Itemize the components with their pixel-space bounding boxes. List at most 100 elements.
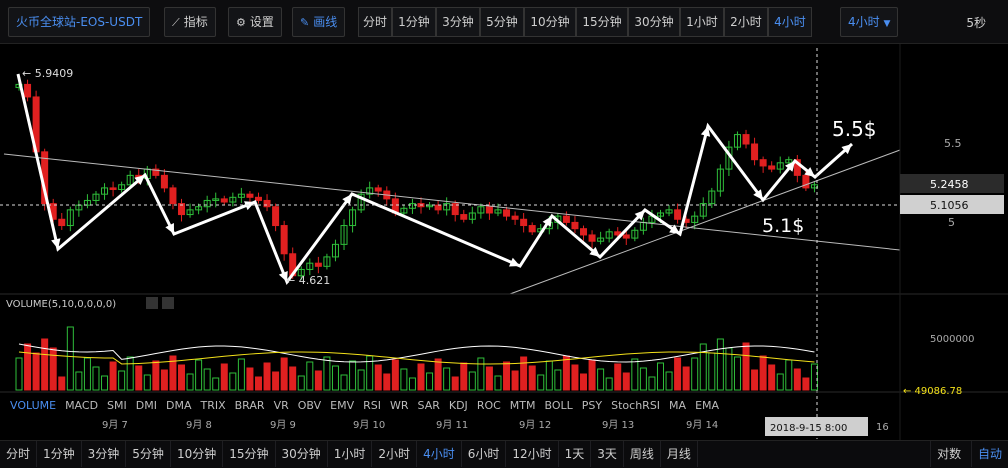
bottom-interval-1[interactable]: 1分钟 [37,441,82,467]
indicator-tab-macd[interactable]: MACD [65,399,98,412]
indicator-tab-vr[interactable]: VR [274,399,289,412]
volume-bar [357,369,365,391]
candle-body [169,187,177,205]
auto-scale-toggle[interactable]: 自动 [970,441,1008,467]
volume-bar [143,374,151,391]
volume-bar [674,357,682,391]
indicator-tab-dma[interactable]: DMA [166,399,192,412]
draw-button[interactable]: ✎ 画线 [292,7,346,37]
volume-bar [742,342,750,391]
date-tick: 9月 9 [270,419,296,431]
bottom-interval-3[interactable]: 5分钟 [126,441,171,467]
bottom-interval-13[interactable]: 3天 [591,441,624,467]
volume-bar [417,363,425,391]
candle-body [580,228,588,236]
indicator-tab-ma[interactable]: MA [669,399,686,412]
volume-bar [289,366,297,391]
volume-bar [708,352,716,391]
indicator-tab-emv[interactable]: EMV [330,399,354,412]
volume-bar [785,359,793,391]
volume-bar [408,377,416,391]
volume-axis-tick: 5000000 [930,334,975,345]
interval-tab-9[interactable]: 4小时 [768,7,812,37]
indicator-tab-psy[interactable]: PSY [582,399,602,412]
settings-button[interactable]: ⚙ 设置 [228,7,282,37]
indicator-tab-rsi[interactable]: RSI [363,399,381,412]
bottom-interval-15[interactable]: 月线 [661,441,698,467]
bottom-interval-0[interactable]: 分时 [0,441,38,467]
indicator-tab-boll[interactable]: BOLL [545,399,573,412]
volume-bar [237,358,245,391]
bottom-interval-9[interactable]: 4小时 [417,441,462,467]
volume-bar [802,377,810,391]
interval-tab-5[interactable]: 15分钟 [576,7,628,37]
interval-tab-6[interactable]: 30分钟 [628,7,680,37]
candle-body [374,187,382,192]
volume-bar [682,366,690,391]
indicator-tab-smi[interactable]: SMI [107,399,127,412]
indicator-tab-ema[interactable]: EMA [695,399,719,412]
indicator-tab-kdj[interactable]: KDJ [449,399,468,412]
volume-bar [451,376,459,391]
indicator-tabs: VOLUME MACD SMI DMI DMA TRIX BRAR VR OBV EMV RSI WR… [10,399,728,415]
interval-dropdown[interactable]: 4小时 ▼ [840,7,899,37]
close-icon [162,297,174,309]
volume-bar [15,357,23,391]
date-tick: 9月 11 [436,419,468,431]
interval-tab-0[interactable]: 分时 [358,7,392,37]
interval-tab-2[interactable]: 3分钟 [436,7,480,37]
bottom-interval-8[interactable]: 2小时 [372,441,418,467]
indicator-tab-wr[interactable]: WR [390,399,409,412]
interval-tab-1[interactable]: 1分钟 [392,7,436,37]
current-price-label: 5.2458 [930,178,969,191]
price-tick: 5 [948,216,955,229]
indicator-tab-dmi[interactable]: DMI [136,399,157,412]
candle-body [759,159,767,167]
bottom-interval-10[interactable]: 6小时 [462,441,507,467]
volume-bar [494,375,502,391]
kline-chart[interactable]: ← 5.9409 ← 4.621 5.5$ 5.1$ 5.5 5 5.2458 5.1056 V… [0,44,1008,442]
bottom-interval-11[interactable]: 12小时 [506,441,559,467]
bottom-interval-2[interactable]: 3分钟 [82,441,127,467]
bottom-interval-12[interactable]: 1天 [559,441,592,467]
price-tick: 5.5 [944,137,962,150]
indicator-tab-volume[interactable]: VOLUME [10,399,56,412]
candle-body [674,209,682,220]
symbol-label: 火币全球站-EOS-USDT [16,15,143,29]
annotation-target-price: 5.5$ [832,117,877,141]
volume-bar [400,368,408,391]
symbol-button[interactable]: 火币全球站-EOS-USDT [8,7,151,37]
volume-bar [152,360,160,391]
interval-tab-8[interactable]: 2小时 [724,7,768,37]
volume-bar [118,370,126,391]
volume-bar [126,356,134,391]
volume-bar [639,367,647,391]
interval-tab-7[interactable]: 1小时 [680,7,724,37]
indicator-tab-brar[interactable]: BRAR [235,399,265,412]
interval-tab-4[interactable]: 10分钟 [524,7,576,37]
volume-bar [272,371,280,391]
candle-body [571,221,579,230]
bottom-interval-5[interactable]: 15分钟 [223,441,276,467]
crosshair-time-label: 2018-9-15 8:00 [770,423,847,434]
indicator-tab-roc[interactable]: ROC [477,399,501,412]
indicators-label: 指标 [183,15,208,29]
indicator-tab-sar[interactable]: SAR [418,399,440,412]
indicators-button[interactable]: ⟋ 指标 [164,7,216,37]
indicator-tab-stochrsi[interactable]: StochRSI [611,399,660,412]
indicator-tab-obv[interactable]: OBV [298,399,321,412]
volume-bar [41,338,49,391]
bottom-interval-6[interactable]: 30分钟 [276,441,328,467]
indicator-tab-trix[interactable]: TRIX [200,399,225,412]
bottom-interval-14[interactable]: 周线 [624,441,661,467]
volume-bar [24,343,32,391]
bottom-interval-7[interactable]: 1小时 [328,441,373,467]
interval-tab-3[interactable]: 5分钟 [480,7,524,37]
chart-line-icon: ⟋ [172,16,180,29]
indicator-tab-mtm[interactable]: MTM [510,399,536,412]
candle-body [768,165,776,170]
bottom-interval-4[interactable]: 10分钟 [171,441,224,467]
volume-bar [520,356,528,391]
candle-body [434,204,442,211]
log-scale-toggle[interactable]: 对数 [930,441,967,467]
